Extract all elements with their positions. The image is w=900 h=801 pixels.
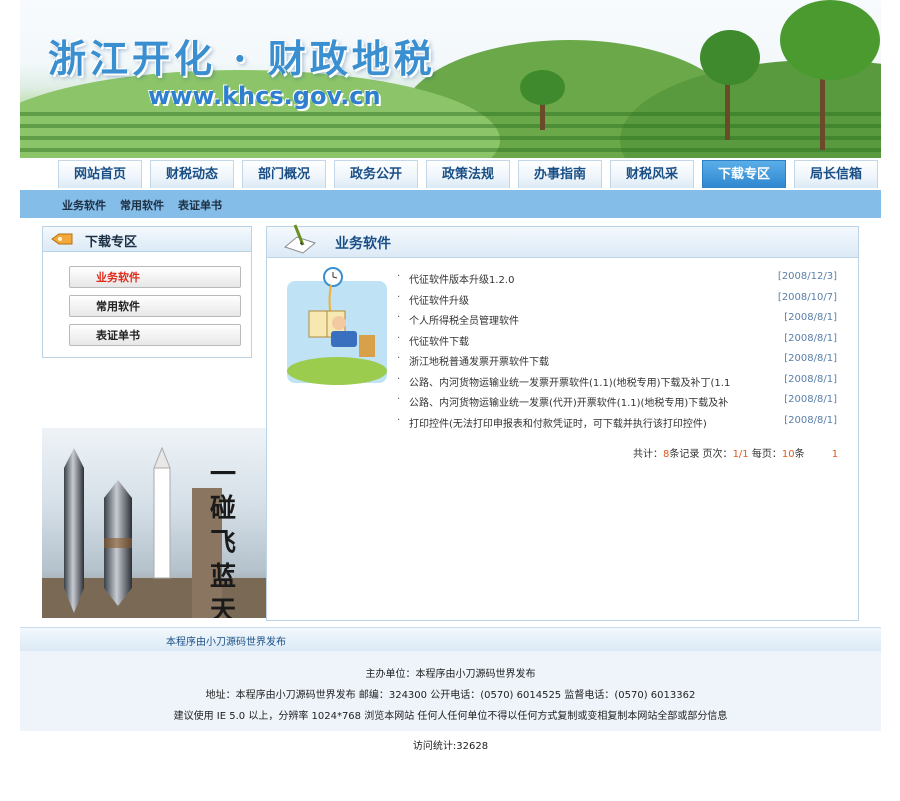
list-item-date: [2008/8/1] bbox=[784, 353, 837, 364]
sidebar-item-label: 常用软件 bbox=[96, 300, 140, 313]
list-item-title[interactable]: 打印控件(无法打印申报表和付款凭证时，可下载并执行该打印控件) bbox=[409, 415, 761, 430]
bullet-icon: · bbox=[397, 394, 401, 405]
nav-item-guide[interactable]: 办事指南 bbox=[518, 160, 602, 188]
tea-terrace bbox=[20, 148, 881, 152]
visit-counter-value: 32628 bbox=[456, 741, 489, 752]
subnav-forms[interactable]: 表证单书 bbox=[178, 197, 222, 213]
pen-paper-icon bbox=[283, 224, 317, 254]
tea-terrace bbox=[20, 136, 881, 140]
sidebar-header: 下载专区 bbox=[43, 227, 251, 252]
nav-item-gallery[interactable]: 财税风采 bbox=[610, 160, 694, 188]
nav-item-public-affairs[interactable]: 政务公开 bbox=[334, 160, 418, 188]
footer-notice: 建议使用 IE 5.0 以上，分辨率 1024*768 浏览本网站 任何人任何单… bbox=[173, 711, 728, 722]
sidebar-item-business-software[interactable]: 业务软件 bbox=[69, 266, 241, 288]
list-item-title[interactable]: 代征软件下载 bbox=[409, 333, 761, 348]
sidebar-panel: 下载专区 业务软件 常用软件 表证单书 bbox=[42, 226, 252, 358]
footer: 主办单位：本程序由小刀源码世界发布 地址：本程序由小刀源码世界发布 邮编：324… bbox=[20, 651, 881, 731]
list-item-title[interactable]: 公路、内河货物运输业统一发票开票软件(1.1)(地税专用)下载及补丁(1.1 bbox=[409, 374, 761, 389]
sidebar-item-forms[interactable]: 表证单书 bbox=[69, 324, 241, 346]
bullet-icon: · bbox=[397, 292, 401, 303]
pager-total-label: 共计： bbox=[633, 449, 663, 460]
list-item: · 代征软件版本升级1.2.0 [2008/12/3] bbox=[397, 271, 837, 289]
list-item-title[interactable]: 浙江地税普通发票开票软件下载 bbox=[409, 353, 761, 368]
sidebar-item-common-software[interactable]: 常用软件 bbox=[69, 295, 241, 317]
content-header: 业务软件 bbox=[267, 224, 858, 258]
nav-item-departments[interactable]: 部门概况 bbox=[242, 160, 326, 188]
list-item-date: [2008/8/1] bbox=[784, 374, 837, 385]
bullet-icon: · bbox=[397, 333, 401, 344]
nav-item-home[interactable]: 网站首页 bbox=[58, 160, 142, 188]
footer-sponsor: 主办单位：本程序由小刀源码世界发布 bbox=[365, 669, 536, 680]
tea-terrace bbox=[20, 124, 881, 128]
sidebar-title: 下载专区 bbox=[85, 235, 138, 250]
content-title: 业务软件 bbox=[335, 236, 391, 252]
nav-item-news[interactable]: 财税动态 bbox=[150, 160, 234, 188]
pager-per-suffix: 条 bbox=[794, 449, 805, 460]
nav-item-policies[interactable]: 政策法规 bbox=[426, 160, 510, 188]
site-title: 浙江开化 · 财政地税 bbox=[48, 36, 436, 81]
list-item-title[interactable]: 公路、内河货物运输业统一发票(代开)开票软件(1.1)(地税专用)下载及补 bbox=[409, 394, 761, 409]
subnav-business-software[interactable]: 业务软件 bbox=[62, 197, 106, 213]
tea-terrace bbox=[20, 112, 881, 116]
footer-bar-text: 本程序由小刀源码世界发布 bbox=[166, 637, 286, 648]
pager-per-label: 每页： bbox=[748, 449, 782, 460]
bullet-icon: · bbox=[397, 353, 401, 364]
footer-contact: 地址：本程序由小刀源码世界发布 邮编：324300 公开电话：(0570) 60… bbox=[205, 690, 696, 701]
bullet-icon: · bbox=[397, 271, 401, 282]
list-item-date: [2008/8/1] bbox=[784, 394, 837, 405]
list-item-title[interactable]: 个人所得税全员管理软件 bbox=[409, 312, 761, 327]
bullet-icon: · bbox=[397, 374, 401, 385]
sidebar-item-label: 表证单书 bbox=[96, 329, 140, 342]
nav-item-mailbox[interactable]: 局长信箱 bbox=[794, 160, 878, 188]
content-panel: 业务软件 · 代征软件版本升级1.2.0 [2008/12/3] · 代征软件升… bbox=[266, 224, 859, 621]
tree bbox=[520, 70, 565, 105]
hand-pointer-icon bbox=[51, 233, 73, 245]
bullet-icon: · bbox=[397, 415, 401, 426]
list-item-date: [2008/8/1] bbox=[784, 333, 837, 344]
subnav-common-software[interactable]: 常用软件 bbox=[120, 197, 164, 213]
list-item: · 打印控件(无法打印申报表和付款凭证时，可下载并执行该打印控件) [2008/… bbox=[397, 415, 837, 433]
pagination: 共计：8条记录 页次：1/1 每页：10条 1 bbox=[633, 445, 838, 460]
reading-illustration bbox=[287, 267, 387, 385]
sidebar-item-label: 业务软件 bbox=[96, 271, 140, 284]
visit-counter-label: 访问统计: bbox=[412, 741, 457, 752]
visit-counter: 访问统计:32628 bbox=[20, 737, 881, 752]
footer-bar: 本程序由小刀源码世界发布 bbox=[20, 627, 881, 652]
list-item-date: [2008/12/3] bbox=[777, 271, 837, 282]
list-item: · 浙江地税普通发票开票软件下载 [2008/8/1] bbox=[397, 353, 837, 371]
list-item: · 公路、内河货物运输业统一发票开票软件(1.1)(地税专用)下载及补丁(1.1… bbox=[397, 374, 837, 392]
site-url: www.khcs.gov.cn bbox=[148, 82, 381, 110]
header-banner: 浙江开化 · 财政地税 www.khcs.gov.cn bbox=[20, 0, 881, 158]
main-nav: 网站首页 财税动态 部门概况 政务公开 政策法规 办事指南 财税风采 下载专区 … bbox=[20, 158, 881, 191]
list-item-date: [2008/8/1] bbox=[784, 415, 837, 426]
list-item-title[interactable]: 代征软件版本升级1.2.0 bbox=[409, 271, 761, 286]
list-item: · 公路、内河货物运输业统一发票(代开)开票软件(1.1)(地税专用)下载及补 … bbox=[397, 394, 837, 412]
list-item: · 代征软件升级 [2008/10/7] bbox=[397, 292, 837, 310]
list-item-title[interactable]: 代征软件升级 bbox=[409, 292, 761, 307]
sub-nav: 业务软件 常用软件 表证单书 bbox=[20, 190, 881, 218]
pager-page: 1/1 bbox=[732, 449, 749, 460]
list-item: · 代征软件下载 [2008/8/1] bbox=[397, 333, 837, 351]
tree bbox=[780, 0, 880, 80]
pager-total-suffix: 条记录 页次： bbox=[669, 449, 733, 460]
list-item-date: [2008/8/1] bbox=[784, 312, 837, 323]
pager-page-link[interactable]: 1 bbox=[832, 449, 838, 460]
bullet-icon: · bbox=[397, 312, 401, 323]
calligraphy-text: 一碰飞蓝天 bbox=[210, 460, 237, 618]
list-item: · 个人所得税全员管理软件 [2008/8/1] bbox=[397, 312, 837, 330]
rocket-launch-image: 一碰飞蓝天 bbox=[42, 428, 266, 618]
pager-per: 10 bbox=[781, 449, 795, 460]
list-item-date: [2008/10/7] bbox=[777, 292, 837, 303]
nav-item-downloads[interactable]: 下载专区 bbox=[702, 160, 786, 188]
tree bbox=[700, 30, 760, 85]
